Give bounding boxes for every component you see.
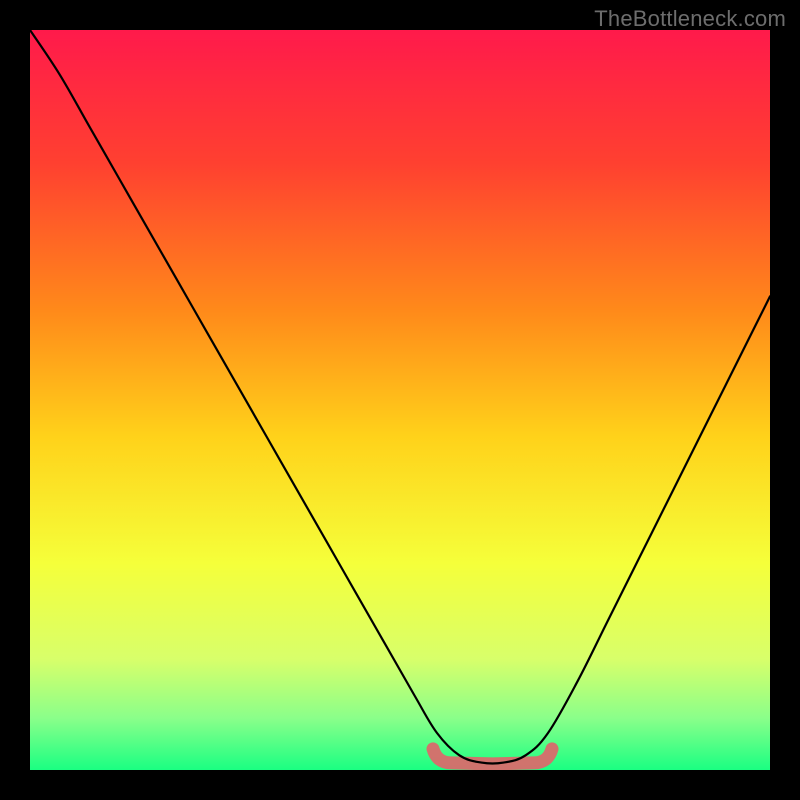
gradient-background (30, 30, 770, 770)
watermark-text: TheBottleneck.com (594, 6, 786, 32)
chart-frame: TheBottleneck.com (0, 0, 800, 800)
bottleneck-curve-chart (30, 30, 770, 770)
plot-area (30, 30, 770, 770)
